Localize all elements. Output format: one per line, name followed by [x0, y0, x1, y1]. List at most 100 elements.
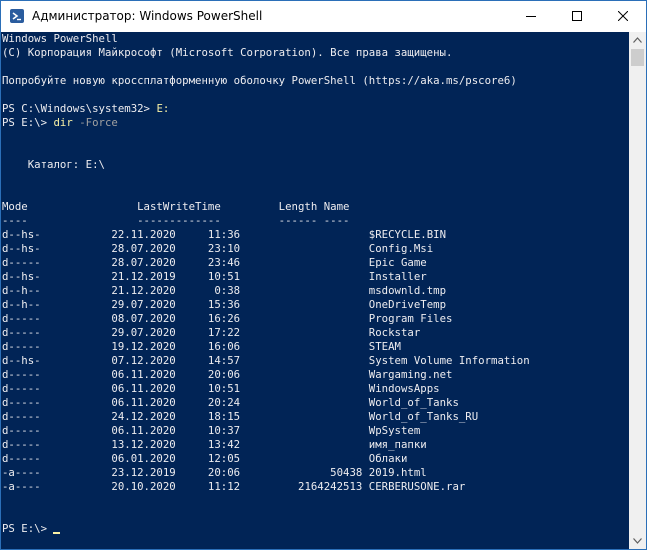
row-time: 16:06	[175, 340, 241, 353]
row-time: 14:57	[175, 354, 241, 367]
row-mode: d-----	[2, 452, 41, 465]
row-length	[240, 382, 362, 395]
row-name: CERBERUSONE.rar	[362, 480, 466, 493]
row-time: 20:24	[175, 396, 241, 409]
row-length	[240, 452, 362, 465]
minimize-button[interactable]	[508, 1, 554, 32]
row-time: 12:05	[175, 452, 241, 465]
listing-row: d----- 06.11.2020 20:24 World_of_Tanks	[2, 396, 459, 410]
row-time: 10:51	[175, 270, 241, 283]
row-name: WindowsApps	[362, 382, 440, 395]
row-time: 23:10	[175, 242, 241, 255]
row-mode: d-----	[2, 410, 41, 423]
listing-row: d----- 28.07.2020 23:46 Epic Game	[2, 256, 427, 270]
row-mode: d--h--	[2, 284, 41, 297]
listing-row: d--h-- 21.12.2020 0:38 msdownld.tmp	[2, 284, 446, 298]
scroll-up-button[interactable]	[629, 32, 646, 49]
listing-row: d--h-- 29.07.2020 15:36 OneDriveTemp	[2, 298, 446, 312]
powershell-icon[interactable]	[10, 9, 24, 23]
row-date: 21.12.2019	[40, 270, 176, 283]
banner-line: Попробуйте новую кроссплатформенную обол…	[2, 74, 517, 87]
row-time: 11:12	[175, 480, 241, 493]
row-name: WpSystem	[362, 424, 421, 437]
listing-row: -a---- 20.10.2020 11:12 2164242513 CERBE…	[2, 480, 465, 494]
row-name: STEAM	[362, 340, 401, 353]
listing-row: d----- 06.01.2020 12:05 Облаки	[2, 452, 407, 466]
row-date: 06.11.2020	[40, 368, 176, 381]
title-bar[interactable]: Администратор: Windows PowerShell	[1, 1, 646, 32]
row-date: 23.12.2019	[40, 466, 176, 479]
row-time: 10:51	[175, 382, 241, 395]
row-date: 21.12.2020	[40, 284, 176, 297]
scrollbar-thumb[interactable]	[631, 49, 644, 66]
banner-line: Windows PowerShell	[2, 32, 118, 45]
row-time: 13:42	[175, 438, 241, 451]
text-cursor	[53, 532, 61, 534]
row-name: System Volume Information	[362, 354, 530, 367]
chevron-down-icon	[633, 538, 642, 544]
row-length	[240, 326, 362, 339]
row-name: Program Files	[362, 312, 453, 325]
listing-row: d----- 19.12.2020 16:06 STEAM	[2, 340, 401, 354]
row-date: 06.11.2020	[40, 382, 176, 395]
row-length	[240, 424, 362, 437]
row-date: 22.11.2020	[40, 228, 176, 241]
row-time: 16:26	[175, 312, 241, 325]
minimize-icon	[526, 16, 536, 17]
row-mode: d-----	[2, 396, 41, 409]
row-time: 20:06	[175, 466, 241, 479]
maximize-button[interactable]	[554, 1, 600, 32]
listing-row: d--hs- 22.11.2020 11:36 $RECYCLE.BIN	[2, 228, 446, 242]
listing-row: d----- 06.11.2020 20:06 Wargaming.net	[2, 368, 452, 382]
row-length	[240, 228, 362, 241]
row-length	[240, 284, 362, 297]
prompt: PS C:\Windows\system32>	[2, 102, 157, 115]
command-parameter: -Force	[72, 116, 118, 129]
row-length	[240, 438, 362, 451]
listing-row: d----- 29.07.2020 17:22 Rockstar	[2, 326, 420, 340]
powershell-window: Администратор: Windows PowerShell Window…	[0, 0, 647, 550]
row-name: Config.Msi	[362, 242, 434, 255]
listing-separator: ---- ------------- ------ ----	[2, 214, 350, 227]
row-mode: d-----	[2, 424, 41, 437]
row-date: 06.11.2020	[40, 396, 176, 409]
row-date: 06.11.2020	[40, 424, 176, 437]
row-name: $RECYCLE.BIN	[362, 228, 447, 241]
row-time: 23:46	[175, 256, 241, 269]
row-date: 19.12.2020	[40, 340, 176, 353]
row-time: 10:37	[175, 424, 241, 437]
row-time: 17:22	[175, 326, 241, 339]
command-text: dir	[53, 116, 73, 129]
row-name: Installer	[362, 270, 427, 283]
row-length	[240, 368, 362, 381]
row-name: 2019.html	[362, 466, 427, 479]
listing-row: -a---- 23.12.2019 20:06 50438 2019.html	[2, 466, 427, 480]
row-mode: d-----	[2, 368, 41, 381]
close-button[interactable]	[600, 1, 646, 32]
listing-row: d----- 08.07.2020 16:26 Program Files	[2, 312, 452, 326]
row-time: 11:36	[175, 228, 241, 241]
listing-row: d----- 06.11.2020 10:37 WpSystem	[2, 424, 420, 438]
row-date: 24.12.2020	[40, 410, 176, 423]
row-mode: d--hs-	[2, 270, 41, 283]
command-line: PS E:\> dir -Force	[2, 116, 118, 130]
listing-header: Mode LastWriteTime Length Name	[2, 200, 350, 213]
window-title: Администратор: Windows PowerShell	[32, 9, 263, 23]
row-name: имя_папки	[362, 438, 427, 451]
prompt: PS E:\>	[2, 116, 54, 129]
row-date: 28.07.2020	[40, 242, 176, 255]
scroll-down-button[interactable]	[629, 533, 646, 549]
row-date: 29.07.2020	[40, 326, 176, 339]
row-mode: d--hs-	[2, 354, 41, 367]
command-text: E:	[156, 102, 170, 115]
banner-line: (C) Корпорация Майкрософт (Microsoft Cor…	[2, 46, 453, 59]
row-date: 06.01.2020	[40, 452, 176, 465]
prompt: PS E:\>	[2, 522, 54, 535]
row-time: 18:15	[175, 410, 241, 423]
listing-row: d--hs- 21.12.2019 10:51 Installer	[2, 270, 427, 284]
row-name: Wargaming.net	[362, 368, 453, 381]
row-mode: d-----	[2, 340, 41, 353]
console-output[interactable]: Windows PowerShell (C) Корпорация Майкро…	[1, 32, 629, 549]
vertical-scrollbar[interactable]	[629, 32, 646, 549]
row-length	[240, 410, 362, 423]
